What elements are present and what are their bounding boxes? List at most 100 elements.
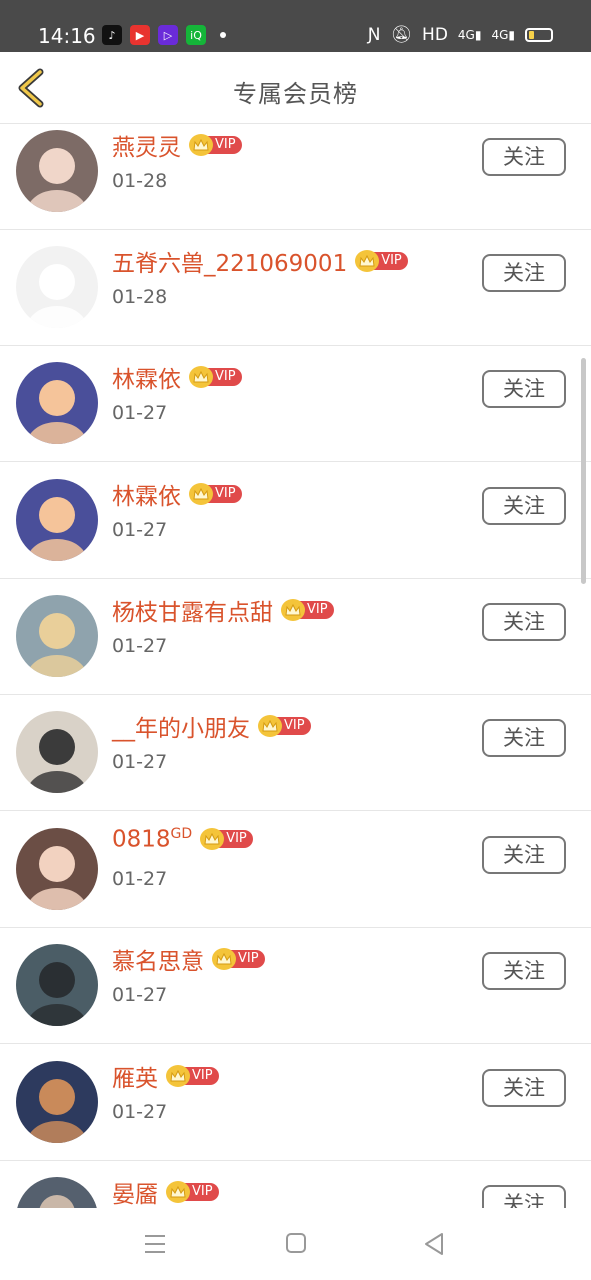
follow-button[interactable]: 关注 (482, 138, 566, 176)
back-nav-button[interactable] (420, 1230, 450, 1258)
avatar[interactable] (16, 828, 98, 910)
page-title: 专属会员榜 (233, 80, 358, 108)
avatar[interactable] (16, 130, 98, 212)
member-name[interactable]: 雁英 (112, 1059, 158, 1093)
member-name[interactable]: 慕名思意 (112, 942, 204, 976)
avatar[interactable] (16, 711, 98, 793)
member-date: 01-27 (112, 984, 168, 1006)
avatar[interactable] (16, 944, 98, 1026)
follow-button[interactable]: 关注 (482, 603, 566, 641)
avatar[interactable] (16, 479, 98, 561)
home-square-icon (286, 1233, 306, 1253)
crown-icon (166, 1065, 190, 1087)
mute-icon: 🔕︎ (390, 25, 413, 45)
back-triangle-icon (425, 1233, 443, 1255)
member-date: 01-27 (112, 519, 168, 541)
member-name-text: 雁英 (112, 1066, 158, 1092)
list-item[interactable]: 杨枝甘露有点甜 VIP 01-27 关注 (0, 579, 591, 695)
status-app-icons: ♪ ▶ ▷ iQ (102, 25, 226, 45)
member-name-line: 0818GD VIP (112, 826, 253, 853)
vip-badge: VIP (258, 715, 311, 737)
member-date: 01-27 (112, 751, 168, 773)
vip-badge: VIP (212, 948, 265, 970)
nfc-icon: Ɲ (367, 25, 381, 45)
member-name-line: 燕灵灵 VIP (112, 128, 242, 162)
list-item[interactable]: 五脊六兽_221069001 VIP 01-28 关注 (0, 230, 591, 346)
member-name-suffix: GD (170, 826, 193, 842)
member-name-line: 林霖依 VIP (112, 477, 242, 511)
member-name-text: 五脊六兽_221069001 (112, 251, 348, 277)
member-name-line: 雁英 VIP (112, 1059, 219, 1093)
battery-icon (525, 28, 553, 42)
follow-button[interactable]: 关注 (482, 952, 566, 990)
follow-button[interactable]: 关注 (482, 254, 566, 292)
member-name-text: __年的小朋友 (112, 716, 250, 742)
list-item[interactable]: 雁英 VIP 01-27 关注 (0, 1045, 591, 1161)
member-list[interactable]: 燕灵灵 VIP 01-28 关注 五脊六兽_221069001 VIP 01-28 关注 林霖依… (0, 124, 591, 1208)
member-name-line: 慕名思意 VIP (112, 942, 265, 976)
follow-button[interactable]: 关注 (482, 1069, 566, 1107)
vip-badge: VIP (166, 1181, 219, 1203)
tiktok-icon: ♪ (102, 25, 122, 45)
list-item[interactable]: 林霖依 VIP 01-27 关注 (0, 463, 591, 579)
video-app-icon: ▶ (130, 25, 150, 45)
vip-badge: VIP (166, 1065, 219, 1087)
avatar[interactable] (16, 1177, 98, 1208)
menu-button[interactable] (140, 1230, 170, 1258)
crown-icon (258, 715, 282, 737)
member-name-line: __年的小朋友 VIP (112, 709, 311, 743)
member-name[interactable]: 五脊六兽_221069001 (112, 244, 347, 278)
signal-icon-2: 4G▮ (491, 28, 515, 42)
signal-icon: 4G▮ (457, 28, 482, 42)
list-item[interactable]: 燕灵灵 VIP 01-28 关注 (0, 124, 591, 230)
follow-button[interactable]: 关注 (482, 370, 566, 408)
system-nav-bar (0, 1208, 591, 1280)
member-name[interactable]: 燕灵灵 (112, 128, 181, 162)
member-name-line: 杨枝甘露有点甜 VIP (112, 593, 334, 627)
follow-button[interactable]: 关注 (482, 1185, 566, 1208)
vip-badge: VIP (200, 828, 253, 851)
list-item[interactable]: 晏靥 VIP 关注 (0, 1161, 591, 1208)
follow-button[interactable]: 关注 (482, 719, 566, 757)
member-name-line: 五脊六兽_221069001 VIP (112, 244, 408, 278)
member-name[interactable]: 晏靥 (112, 1175, 158, 1208)
crown-icon (189, 483, 213, 505)
list-item[interactable]: 慕名思意 VIP 01-27 关注 (0, 928, 591, 1044)
member-date: 01-27 (112, 1101, 168, 1123)
follow-button[interactable]: 关注 (482, 836, 566, 874)
scrollbar[interactable] (581, 358, 586, 584)
list-item[interactable]: 林霖依 VIP 01-27 关注 (0, 346, 591, 462)
member-date: 01-28 (112, 286, 168, 308)
member-name[interactable]: 杨枝甘露有点甜 (112, 593, 273, 627)
vip-badge: VIP (281, 599, 334, 621)
avatar[interactable] (16, 595, 98, 677)
crown-icon (281, 599, 305, 621)
avatar[interactable] (16, 1061, 98, 1143)
avatar[interactable] (16, 362, 98, 444)
member-name[interactable]: 林霖依 (112, 360, 181, 394)
member-name-text: 杨枝甘露有点甜 (112, 600, 273, 626)
member-name[interactable]: __年的小朋友 (112, 709, 250, 743)
status-bar: 14:16 ♪ ▶ ▷ iQ Ɲ 🔕︎ HD 4G▮ 4G▮ (0, 0, 591, 52)
member-name-text: 晏靥 (112, 1182, 158, 1208)
list-item[interactable]: 0818GD VIP 01-27 关注 (0, 812, 591, 928)
member-date: 01-28 (112, 170, 168, 192)
member-name[interactable]: 0818GD (112, 826, 192, 853)
member-name-line: 晏靥 VIP (112, 1175, 219, 1208)
crown-icon (189, 366, 213, 388)
crown-icon (212, 948, 236, 970)
member-name-line: 林霖依 VIP (112, 360, 242, 394)
member-date: 01-27 (112, 868, 168, 890)
member-name-text: 林霖依 (112, 367, 181, 393)
member-name-text: 燕灵灵 (112, 135, 181, 161)
iqiyi-icon: iQ (186, 25, 206, 45)
music-app-icon: ▷ (158, 25, 178, 45)
vip-badge: VIP (189, 366, 242, 388)
member-name[interactable]: 林霖依 (112, 477, 181, 511)
list-item[interactable]: __年的小朋友 VIP 01-27 关注 (0, 695, 591, 811)
home-button[interactable] (281, 1230, 311, 1258)
avatar[interactable] (16, 246, 98, 328)
hd-label: HD (422, 25, 448, 45)
follow-button[interactable]: 关注 (482, 487, 566, 525)
member-date: 01-27 (112, 402, 168, 424)
